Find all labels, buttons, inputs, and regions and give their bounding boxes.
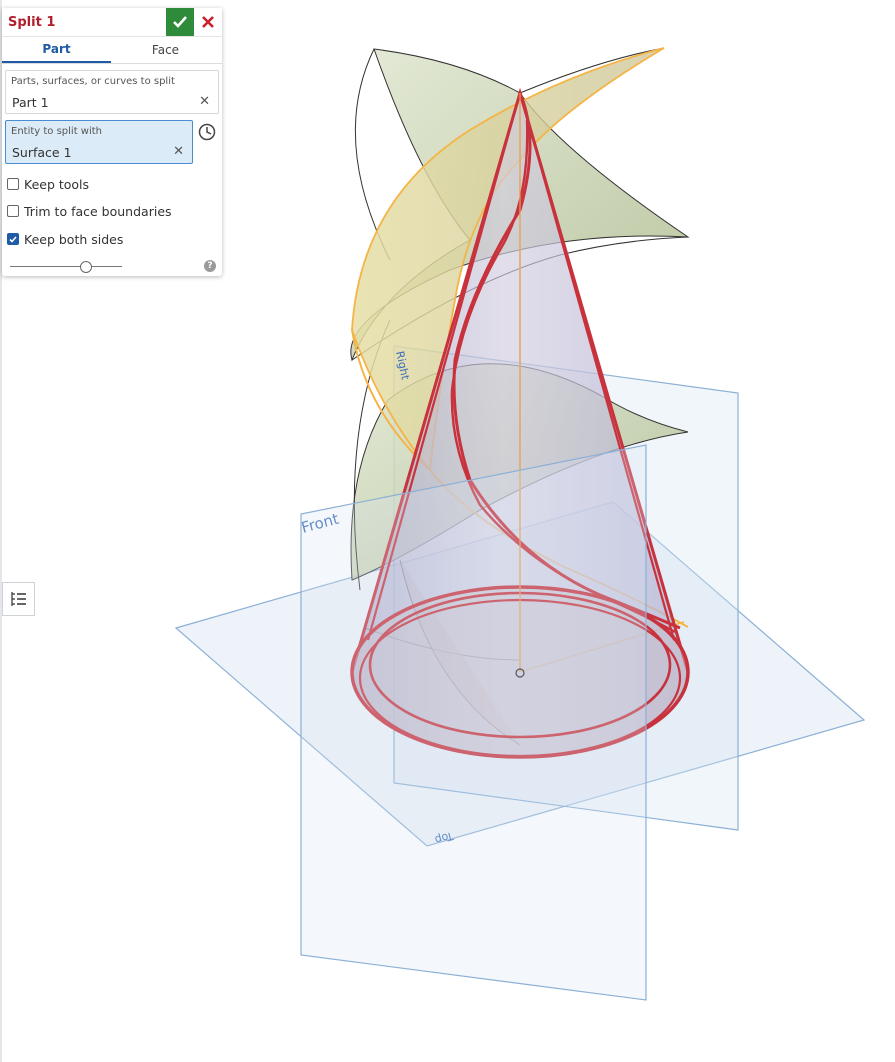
entity-to-split-with-value: Surface 1 xyxy=(12,145,72,160)
help-icon[interactable]: ? xyxy=(204,260,216,272)
front-plane[interactable] xyxy=(300,444,647,1001)
confirm-button[interactable] xyxy=(166,8,194,36)
tab-part[interactable]: Part xyxy=(2,37,111,63)
feature-list-icon xyxy=(10,592,26,606)
clear-icon[interactable]: ✕ xyxy=(173,144,184,159)
keep-both-sides-checkbox[interactable] xyxy=(7,233,19,245)
trim-to-face-boundaries-label: Trim to face boundaries xyxy=(24,203,172,219)
trim-to-face-boundaries-option[interactable]: Trim to face boundaries xyxy=(7,203,172,219)
cancel-button[interactable] xyxy=(198,12,218,32)
entity-to-split-with-field[interactable]: Entity to split with Surface 1 ✕ xyxy=(5,120,193,164)
feature-list-button[interactable] xyxy=(2,582,35,616)
tab-bar: Part Face xyxy=(2,36,222,64)
opacity-slider-track[interactable] xyxy=(10,266,122,267)
split-feature-dialog: Split 1 Part Face Parts, surfaces, or cu… xyxy=(2,8,222,276)
clear-icon[interactable]: ✕ xyxy=(199,94,210,109)
keep-tools-checkbox[interactable] xyxy=(7,178,19,190)
check-icon xyxy=(173,16,187,28)
keep-tools-label: Keep tools xyxy=(24,176,90,192)
close-icon xyxy=(202,16,214,28)
tab-face[interactable]: Face xyxy=(111,37,220,63)
trim-to-face-boundaries-checkbox[interactable] xyxy=(7,205,19,217)
dialog-header: Split 1 xyxy=(2,8,222,36)
parts-to-split-value: Part 1 xyxy=(12,95,49,110)
opacity-slider-thumb[interactable] xyxy=(80,261,93,273)
keep-both-sides-option[interactable]: Keep both sides xyxy=(7,231,123,247)
reselect-clock-icon[interactable] xyxy=(197,122,217,142)
check-icon xyxy=(9,235,17,243)
entity-to-split-with-label: Entity to split with xyxy=(11,126,103,137)
parts-to-split-field[interactable]: Parts, surfaces, or curves to split Part… xyxy=(5,70,219,114)
parts-to-split-label: Parts, surfaces, or curves to split xyxy=(11,76,175,87)
keep-both-sides-label: Keep both sides xyxy=(24,231,124,247)
dialog-title: Split 1 xyxy=(8,15,56,30)
keep-tools-option[interactable]: Keep tools xyxy=(7,176,89,192)
